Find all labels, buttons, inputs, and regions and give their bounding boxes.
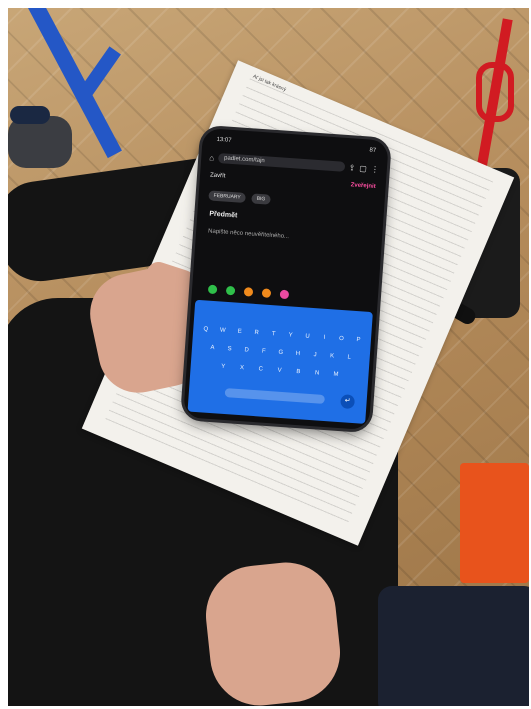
- url-field[interactable]: padlet.com/tajn: [217, 152, 346, 172]
- key-row1-3[interactable]: R: [250, 330, 263, 337]
- share-icon[interactable]: ⇪: [348, 163, 355, 172]
- key-row3-4[interactable]: B: [292, 369, 305, 376]
- key-row1-4[interactable]: T: [267, 331, 280, 338]
- key-row2-2[interactable]: D: [240, 347, 253, 354]
- key-row1-1[interactable]: W: [216, 327, 229, 334]
- key-row3-3[interactable]: V: [273, 367, 286, 374]
- key-row2-3[interactable]: F: [257, 348, 270, 355]
- enter-key-icon[interactable]: ↵: [340, 394, 356, 410]
- key-row2-8[interactable]: L: [342, 354, 355, 361]
- sock: [10, 106, 50, 124]
- menu-icon[interactable]: ⋮: [371, 164, 380, 174]
- padlet-header: Zavřít Zveřejnit: [210, 172, 376, 194]
- status-time: 13:07: [216, 136, 232, 144]
- attachment-button-1[interactable]: [207, 284, 218, 295]
- body-field[interactable]: Napište něco neuvěřitelného...: [208, 228, 289, 240]
- tabs-icon[interactable]: ▢: [359, 163, 367, 173]
- key-row3-5[interactable]: N: [310, 370, 323, 377]
- smartphone[interactable]: 13:07 87 ⌂ padlet.com/tajn ⇪ ▢ ⋮ Zavřít …: [183, 127, 389, 431]
- photo: Ať jsi tak krásný 13:07 87 ⌂ padlet.com/…: [8, 8, 529, 706]
- key-row3-1[interactable]: X: [235, 365, 248, 372]
- key-row2-5[interactable]: H: [291, 351, 304, 358]
- attachment-button-5[interactable]: [279, 289, 290, 300]
- post-options: FEBRUARY BIG: [208, 190, 271, 205]
- key-row1-0[interactable]: Q: [199, 326, 212, 333]
- key-row1-8[interactable]: O: [335, 336, 348, 343]
- option-chip-2[interactable]: BIG: [251, 193, 271, 205]
- close-button[interactable]: Zavřít: [210, 172, 226, 183]
- backpack-bottom: [378, 586, 529, 706]
- key-row3-0[interactable]: Y: [217, 363, 230, 370]
- attachment-buttons: [207, 284, 290, 300]
- subject-field[interactable]: Předmět: [209, 211, 237, 220]
- orange-crate: [460, 463, 529, 583]
- home-icon[interactable]: ⌂: [209, 153, 214, 162]
- key-row2-7[interactable]: K: [325, 353, 338, 360]
- key-row3-2[interactable]: C: [254, 366, 267, 373]
- option-chip-1[interactable]: FEBRUARY: [208, 190, 247, 203]
- keyboard-space[interactable]: [224, 388, 326, 404]
- key-row1-5[interactable]: Y: [284, 332, 297, 339]
- attachment-button-3[interactable]: [243, 287, 254, 297]
- attachment-button-4[interactable]: [261, 288, 272, 298]
- key-row2-1[interactable]: S: [223, 346, 236, 353]
- red-chair-loop: [476, 62, 514, 122]
- key-row3-6[interactable]: M: [329, 371, 342, 378]
- key-row2-0[interactable]: A: [206, 345, 219, 352]
- key-row1-7[interactable]: I: [318, 334, 331, 341]
- battery-level: 87: [369, 147, 377, 154]
- keyboard-row-3: YXCVBNM: [217, 363, 343, 378]
- key-row2-6[interactable]: J: [308, 352, 321, 359]
- publish-button[interactable]: Zveřejnit: [350, 182, 375, 194]
- attachment-button-2[interactable]: [225, 285, 236, 296]
- key-row1-6[interactable]: U: [301, 333, 314, 340]
- keyboard: QWERTYUIOP ASDFGHJKL YXCVBNM ↵: [187, 299, 373, 424]
- keyboard-row-2: ASDFGHJKL: [206, 345, 356, 361]
- keyboard-row-1: QWERTYUIOP: [199, 326, 365, 344]
- key-row1-9[interactable]: P: [352, 337, 365, 344]
- key-row2-4[interactable]: G: [274, 349, 287, 356]
- hand-left: [201, 557, 345, 706]
- key-row1-2[interactable]: E: [233, 328, 246, 335]
